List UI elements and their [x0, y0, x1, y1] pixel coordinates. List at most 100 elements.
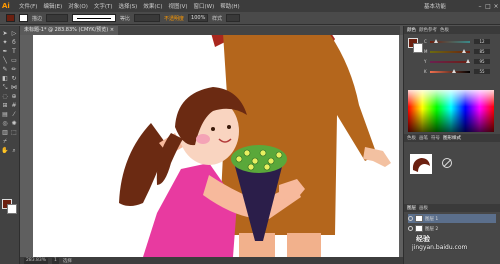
eraser-icon[interactable]: ◧	[1, 75, 9, 82]
rotate-icon[interactable]: ↻	[10, 75, 18, 82]
menu-select[interactable]: 选择(S)	[116, 2, 141, 10]
graph-icon[interactable]: ▥	[1, 129, 9, 136]
mesh-icon[interactable]: #	[10, 102, 18, 109]
brush-definition-field[interactable]	[134, 14, 161, 22]
gradient-icon[interactable]: ▤	[1, 111, 9, 118]
tab-brushes[interactable]: 画笔	[419, 135, 428, 141]
workspace-switcher[interactable]: 基本功能	[424, 2, 446, 10]
stroke-weight-field[interactable]	[46, 14, 69, 22]
magenta-thumb[interactable]	[462, 49, 466, 53]
cyan-label: C	[424, 39, 427, 44]
tab-swatches[interactable]: 色板	[440, 27, 449, 33]
paintbrush-icon[interactable]: ✎	[1, 66, 9, 73]
zoom-icon[interactable]: ⌕	[10, 147, 18, 154]
eye-icon[interactable]	[408, 216, 413, 221]
tab-artboards[interactable]: 画板	[419, 205, 428, 211]
menu-edit[interactable]: 编辑(E)	[40, 2, 65, 10]
type-icon[interactable]: T	[10, 48, 18, 55]
bouquet-bud	[275, 151, 283, 159]
slice-icon[interactable]: ⌿	[1, 138, 9, 145]
eye-icon[interactable]	[408, 226, 413, 231]
tab-color-guide[interactable]: 颜色参考	[419, 27, 437, 33]
color-stroke-swatch[interactable]	[413, 43, 423, 53]
layer-name[interactable]: 图层 2	[425, 226, 438, 232]
width-icon[interactable]: ⋈	[10, 84, 18, 91]
menu-bar: Ai 文件(F) 编辑(E) 对象(O) 文字(T) 选择(S) 效果(C) 视…	[0, 0, 500, 12]
black-track	[430, 71, 470, 73]
opacity-field[interactable]: 100%	[188, 14, 209, 22]
watermark-url: jingyan.baidu.com	[412, 244, 468, 251]
close-tab-icon[interactable]: ×	[110, 27, 114, 33]
warp-icon[interactable]: ◌	[1, 93, 9, 100]
tab-graphic-styles[interactable]: 图形样式	[443, 135, 461, 141]
bouquet-bud	[251, 157, 259, 165]
line-icon[interactable]: ╲	[1, 57, 9, 64]
magenta-value[interactable]: 85	[474, 49, 490, 54]
layer-row[interactable]: 图层 2	[408, 224, 496, 233]
close-window-button[interactable]: ×	[492, 3, 500, 10]
magic-wand-icon[interactable]: ✦	[1, 39, 9, 46]
tab-symbols[interactable]: 符号	[431, 135, 440, 141]
app-logo: Ai	[2, 2, 10, 10]
no-style-icon[interactable]	[442, 158, 452, 168]
watermark-logo-text: 经验	[416, 235, 430, 243]
layer-name[interactable]: 图层 1	[425, 216, 438, 222]
yellow-slider[interactable]: Y 95	[424, 59, 490, 64]
hand-icon[interactable]: ✋	[1, 147, 9, 154]
layer-row[interactable]: 图层 1	[408, 214, 496, 223]
scale-icon[interactable]: ⤡	[1, 84, 9, 91]
girl-eye-left	[211, 127, 215, 131]
menu-effect[interactable]: 效果(C)	[140, 2, 165, 10]
stroke-color-swatch[interactable]	[19, 14, 28, 22]
menu-help[interactable]: 帮助(H)	[217, 2, 242, 10]
girl-eye-right	[227, 125, 231, 129]
profile-label: 等比	[120, 15, 131, 22]
yellow-value[interactable]: 95	[474, 59, 490, 64]
cyan-thumb[interactable]	[434, 39, 438, 43]
menu-type[interactable]: 文字(T)	[91, 2, 116, 10]
yellow-thumb[interactable]	[466, 59, 470, 63]
direct-selection-icon[interactable]: ▷	[10, 30, 18, 37]
girl-cheek	[196, 134, 210, 144]
bouquet-bud	[259, 149, 267, 157]
fill-color-swatch[interactable]	[6, 14, 15, 22]
menu-window[interactable]: 窗口(W)	[191, 2, 218, 10]
color-spectrum[interactable]	[408, 90, 494, 132]
menu-view[interactable]: 视图(V)	[165, 2, 190, 10]
pen-icon[interactable]: ✒	[1, 48, 9, 55]
yellow-label: Y	[424, 59, 427, 64]
black-thumb[interactable]	[452, 69, 456, 73]
minimize-button[interactable]: –	[476, 3, 484, 10]
document-tab-label: 未标题-1* @ 283.83% (CMYK/预览)	[24, 27, 109, 33]
eyedropper-icon[interactable]: ⁄	[10, 111, 18, 118]
blend-icon[interactable]: ◎	[1, 120, 9, 127]
selection-icon[interactable]: ➤	[1, 30, 9, 37]
cyan-value[interactable]: 12	[474, 39, 490, 44]
tab-layers[interactable]: 图层	[407, 205, 416, 211]
shape-builder-icon[interactable]: ⊕	[10, 93, 18, 100]
menu-file[interactable]: 文件(F)	[16, 2, 40, 10]
rectangle-icon[interactable]: ▭	[10, 57, 18, 64]
maximize-button[interactable]: □	[484, 3, 492, 10]
document-tab[interactable]: 未标题-1* @ 283.83% (CMYK/预览) ×	[20, 26, 119, 35]
zoom-field[interactable]: 283.83%	[24, 257, 49, 264]
lasso-icon[interactable]: ϭ	[10, 39, 18, 46]
menu-object[interactable]: 对象(O)	[65, 2, 91, 10]
cyan-slider[interactable]: C 12	[424, 39, 490, 44]
pencil-icon[interactable]: ✏	[10, 66, 18, 73]
graphic-style-field[interactable]	[226, 14, 241, 22]
symbol-sprayer-icon[interactable]: ✺	[10, 120, 18, 127]
tab-color[interactable]: 颜色	[407, 27, 416, 33]
graphic-style-swatch[interactable]	[410, 154, 432, 174]
tab-swatches-2[interactable]: 色板	[407, 135, 416, 141]
artboard-navigator[interactable]: 1	[52, 257, 59, 264]
stroke-profile-preview[interactable]	[72, 14, 117, 22]
magenta-slider[interactable]: M 85	[424, 49, 490, 54]
black-value[interactable]: 55	[474, 69, 490, 74]
black-slider[interactable]: K 55	[424, 69, 490, 74]
canvas-area[interactable]	[20, 35, 403, 257]
perspective-icon[interactable]: ⊞	[1, 102, 9, 109]
artboard-icon[interactable]: ⬚	[10, 129, 18, 136]
stroke-swatch[interactable]	[7, 204, 17, 214]
artboard[interactable]	[33, 35, 399, 257]
